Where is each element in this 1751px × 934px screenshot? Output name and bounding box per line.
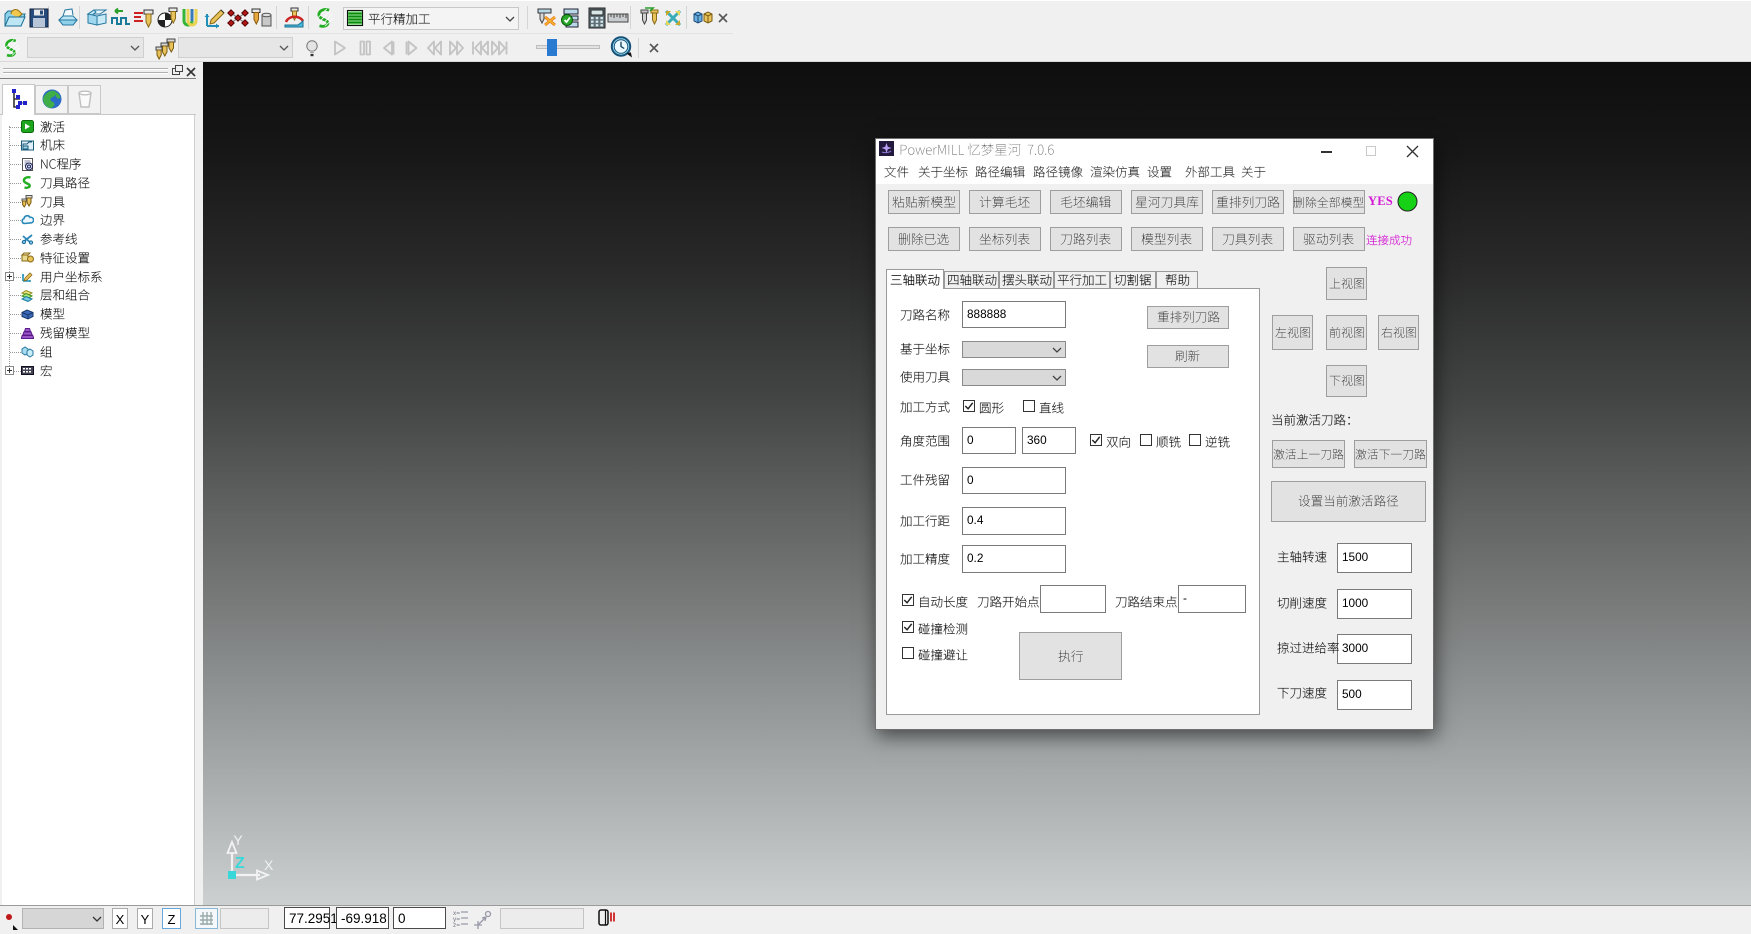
svg-text:Y: Y xyxy=(233,832,243,848)
svg-text:Z: Z xyxy=(235,855,245,872)
svg-text:X: X xyxy=(264,857,274,873)
svg-text:z=: z= xyxy=(453,922,460,928)
